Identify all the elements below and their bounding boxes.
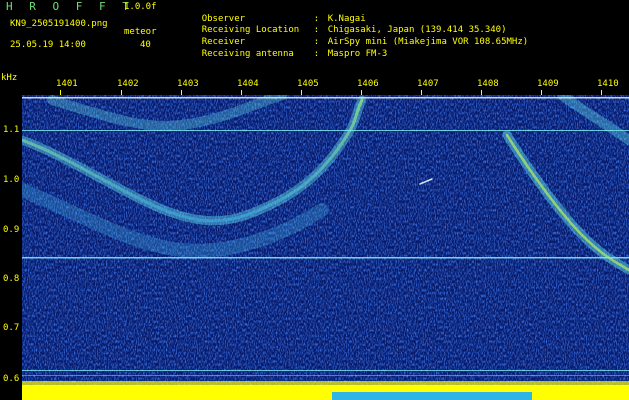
x-tick-mark — [421, 90, 422, 95]
meta-value: Maspro FM-3 — [327, 49, 388, 59]
count-label: 40 — [140, 40, 151, 50]
level-bar-fill — [22, 385, 629, 400]
carrier-line — [22, 130, 629, 131]
x-tick-label: 1405 — [297, 79, 319, 89]
x-tick-mark — [601, 90, 602, 95]
x-tick-mark — [301, 90, 302, 95]
y-tick-label: 1.0 — [3, 175, 20, 185]
x-tick-label: 1408 — [477, 79, 499, 89]
meta-row-antenna: Receiving antenna: Maspro FM-3 — [180, 39, 388, 69]
x-tick-label: 1406 — [357, 79, 379, 89]
level-bar-dip — [332, 392, 532, 400]
x-tick-mark — [241, 90, 242, 95]
carrier-line — [22, 370, 629, 371]
y-tick-label: 1.1 — [3, 125, 20, 135]
y-tick-label: 0.8 — [3, 274, 20, 284]
app-title: H R O F F T — [6, 0, 134, 13]
x-tick-mark — [481, 90, 482, 95]
x-tick-label: 1409 — [537, 79, 559, 89]
x-tick-label: 1402 — [117, 79, 139, 89]
meta-separator: : — [313, 49, 320, 59]
datetime-label: 25.05.19 14:00 — [10, 40, 86, 50]
x-tick-mark — [541, 90, 542, 95]
carrier-line — [22, 257, 629, 259]
x-tick-label: 1404 — [237, 79, 259, 89]
y-tick-label: 0.9 — [3, 225, 20, 235]
carrier-line — [22, 375, 629, 376]
noise-texture — [22, 95, 629, 400]
x-tick-mark — [60, 90, 61, 95]
level-bar-spikes — [22, 381, 629, 386]
y-tick-label: 0.7 — [3, 323, 20, 333]
x-tick-label: 1407 — [417, 79, 439, 89]
x-tick-mark — [361, 90, 362, 95]
version-label: 1.0.0f — [124, 2, 157, 12]
filename-label: KN9_2505191400.png — [10, 19, 108, 29]
spectrogram — [22, 95, 629, 400]
y-tick-label: 0.6 — [3, 374, 20, 384]
mode-label: meteor — [124, 27, 157, 37]
x-tick-mark — [121, 90, 122, 95]
x-tick-label: 1401 — [56, 79, 78, 89]
x-tick-mark — [181, 90, 182, 95]
x-tick-label: 1410 — [597, 79, 619, 89]
spectrogram-canvas — [22, 95, 629, 400]
x-tick-label: 1403 — [177, 79, 199, 89]
carrier-line — [22, 97, 629, 99]
meta-key: Receiving antenna — [201, 49, 294, 59]
level-bar — [22, 381, 629, 400]
y-axis-unit: kHz — [1, 73, 18, 83]
